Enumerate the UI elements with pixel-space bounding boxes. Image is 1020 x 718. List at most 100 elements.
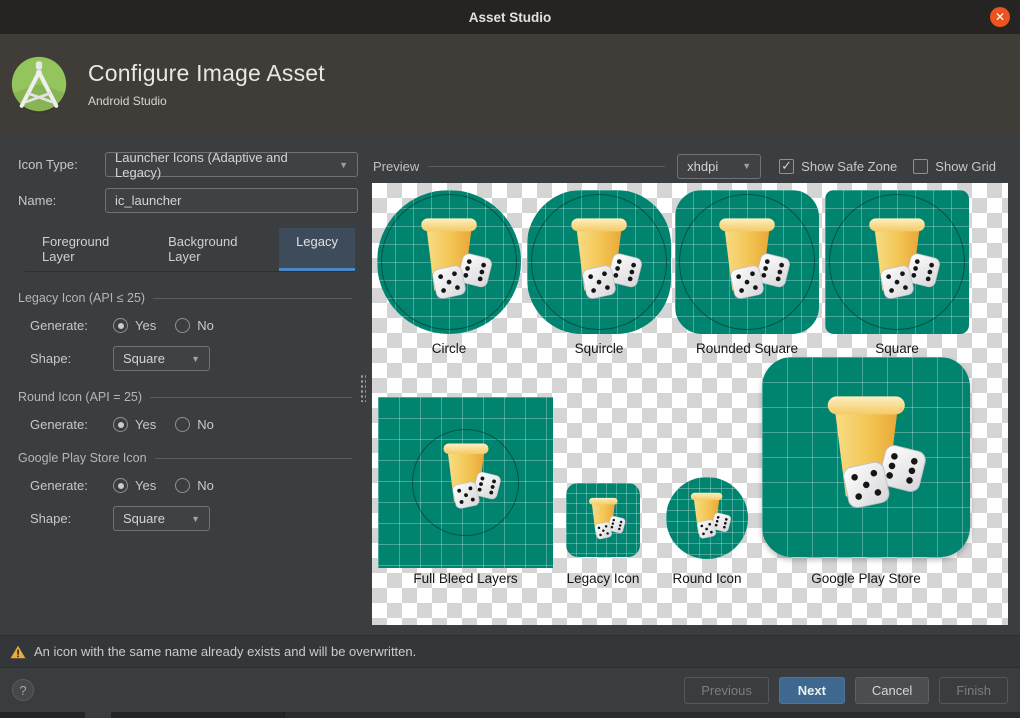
play-store-section-title: Google Play Store Icon [18, 451, 147, 465]
preview-tile-round [666, 477, 748, 559]
legacy-generate-no-radio[interactable] [175, 318, 190, 333]
name-input[interactable] [105, 188, 358, 213]
legacy-generate-yes-radio[interactable] [113, 318, 128, 333]
cancel-button[interactable]: Cancel [855, 677, 929, 704]
icon-type-select[interactable]: Launcher Icons (Adaptive and Legacy) ▼ [105, 152, 358, 177]
warning-icon [10, 645, 26, 659]
name-label: Name: [18, 193, 105, 208]
preview-canvas: Circle Squircle Rounded Square Square Fu… [372, 183, 1008, 625]
play-shape-select[interactable]: Square ▼ [113, 506, 210, 531]
legacy-generate-no-label: No [197, 318, 214, 333]
tile-label: Square [825, 341, 969, 356]
preview-label: Preview [373, 159, 419, 174]
preview-tile-square [825, 190, 969, 334]
legacy-generate-yes-label: Yes [135, 318, 156, 333]
dice-cup-icon [390, 203, 508, 321]
close-icon: ✕ [995, 10, 1005, 24]
chevron-down-icon: ▼ [191, 514, 200, 524]
asset-studio-dialog: Asset Studio ✕ Configure Image Asset And… [0, 0, 1020, 718]
finish-button[interactable]: Finish [939, 677, 1008, 704]
preview-divider [428, 166, 665, 167]
background-window-segment [284, 712, 1020, 718]
window-title: Asset Studio [469, 10, 552, 25]
dice-cup-icon [688, 203, 806, 321]
tile-label: Round Icon [637, 571, 777, 586]
play-generate-no-radio[interactable] [175, 478, 190, 493]
dialog-header: Configure Image Asset Android Studio [0, 34, 1020, 133]
tile-label: Rounded Square [675, 341, 819, 356]
previous-button[interactable]: Previous [684, 677, 769, 704]
icon-type-label: Icon Type: [18, 157, 105, 172]
background-window-segment [85, 712, 111, 718]
round-generate-yes-radio[interactable] [113, 417, 128, 432]
warning-bar: An icon with the same name already exist… [0, 635, 1020, 668]
main-area: Icon Type: Launcher Icons (Adaptive and … [0, 133, 1020, 635]
panel-splitter[interactable] [358, 133, 367, 635]
warning-text: An icon with the same name already exist… [34, 644, 416, 659]
dice-cup-icon [838, 203, 956, 321]
preview-tile-squircle [527, 190, 671, 334]
play-generate-no-label: No [197, 478, 214, 493]
page-subtitle: Android Studio [88, 94, 325, 108]
preview-tile-circle [377, 190, 521, 334]
section-divider [155, 458, 352, 459]
play-shape-value: Square [123, 511, 165, 526]
splitter-grip-icon [360, 374, 366, 402]
show-safe-zone-checkbox[interactable] [779, 159, 794, 174]
density-select[interactable]: xhdpi ▼ [677, 154, 761, 179]
help-button[interactable]: ? [12, 679, 34, 701]
layer-tabs: Foreground Layer Background Layer Legacy [25, 228, 355, 272]
chevron-down-icon: ▼ [191, 354, 200, 364]
play-generate-yes-label: Yes [135, 478, 156, 493]
legacy-generate-label: Generate: [30, 318, 113, 333]
round-generate-label: Generate: [30, 417, 113, 432]
section-divider [150, 397, 352, 398]
icon-type-value: Launcher Icons (Adaptive and Legacy) [115, 150, 331, 180]
dice-cup-icon [417, 431, 515, 527]
background-window-edge [0, 712, 1020, 718]
round-generate-no-label: No [197, 417, 214, 432]
show-grid-label: Show Grid [935, 159, 996, 174]
round-icon-section-title: Round Icon (API = 25) [18, 390, 142, 404]
play-shape-label: Shape: [30, 511, 113, 526]
question-icon: ? [19, 683, 26, 698]
show-grid-toggle[interactable]: Show Grid [913, 159, 996, 174]
density-value: xhdpi [687, 159, 718, 174]
tile-label: Squircle [527, 341, 671, 356]
show-safe-zone-label: Show Safe Zone [801, 159, 897, 174]
footer-bar: ? Previous Next Cancel Finish [0, 668, 1020, 712]
preview-panel: Preview xhdpi ▼ Show Safe Zone Show Grid [368, 133, 1020, 635]
legacy-shape-value: Square [123, 351, 165, 366]
tile-label: Full Bleed Layers [378, 571, 553, 586]
play-generate-label: Generate: [30, 478, 113, 493]
titlebar: Asset Studio ✕ [0, 0, 1020, 34]
page-title: Configure Image Asset [88, 60, 325, 87]
preview-tile-legacy [566, 483, 640, 557]
legacy-shape-label: Shape: [30, 351, 113, 366]
round-generate-no-radio[interactable] [175, 417, 190, 432]
dice-cup-icon [573, 490, 634, 551]
tile-label: Circle [377, 341, 521, 356]
tab-foreground-layer[interactable]: Foreground Layer [25, 228, 151, 271]
options-panel: Icon Type: Launcher Icons (Adaptive and … [0, 133, 362, 635]
show-grid-checkbox[interactable] [913, 159, 928, 174]
play-generate-yes-radio[interactable] [113, 478, 128, 493]
preview-tile-google-play [762, 357, 970, 557]
round-generate-yes-label: Yes [135, 417, 156, 432]
tab-legacy[interactable]: Legacy [279, 228, 355, 271]
tab-background-layer[interactable]: Background Layer [151, 228, 279, 271]
next-button[interactable]: Next [779, 677, 845, 704]
dice-cup-icon [540, 203, 658, 321]
section-divider [153, 298, 352, 299]
preview-tile-full-bleed [378, 397, 553, 568]
chevron-down-icon: ▼ [742, 161, 751, 171]
preview-tile-rounded-square [675, 190, 819, 334]
legacy-shape-select[interactable]: Square ▼ [113, 346, 210, 371]
android-studio-logo-icon [10, 55, 68, 113]
dice-cup-icon [673, 484, 740, 551]
show-safe-zone-toggle[interactable]: Show Safe Zone [779, 159, 897, 174]
dice-cup-icon [781, 375, 952, 539]
tile-label: Google Play Store [796, 571, 936, 586]
close-button[interactable]: ✕ [990, 7, 1010, 27]
legacy-icon-section-title: Legacy Icon (API ≤ 25) [18, 291, 145, 305]
